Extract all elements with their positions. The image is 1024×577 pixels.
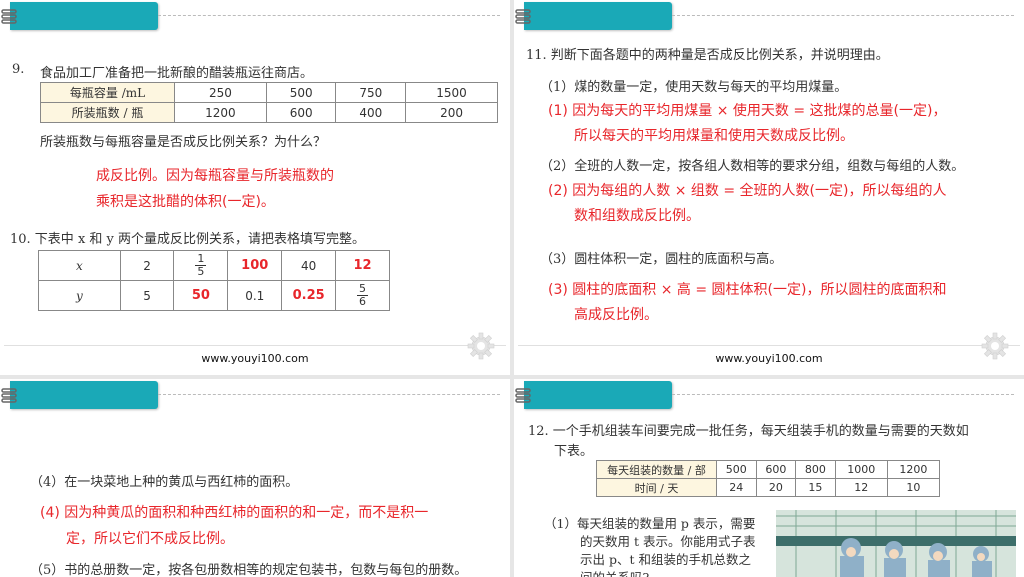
answer-cell: 50 (173, 280, 229, 311)
q11-answer-3-line-1: (3) 圆柱的底面积 × 高 = 圆柱体积(一定)，所以圆柱的底面积和 (548, 282, 947, 298)
table-cell: 15 (795, 478, 836, 497)
header-tab (524, 2, 672, 30)
table-cell: 400 (335, 102, 407, 123)
table-cell: 24 (716, 478, 757, 497)
header-divider (672, 15, 1014, 16)
q11-answer-1-line-2: 所以每天的平均用煤量和使用天数成反比例。 (574, 128, 854, 144)
table-cell: 时间 / 天 (596, 478, 717, 497)
table-cell: 1000 (834, 460, 888, 479)
header-divider (672, 394, 1014, 395)
table-cell: 10 (886, 478, 941, 497)
table-cell: 0.1 (227, 280, 283, 311)
table-cell: 每瓶容量 /mL (40, 82, 175, 103)
table-cell: 750 (335, 82, 407, 103)
fraction: 15 (195, 252, 207, 278)
table-cell: 250 (174, 82, 267, 103)
table-row: 每瓶容量 /mL 250 500 750 1500 (40, 82, 498, 103)
q9-answer-line-2: 乘积是这批醋的体积(一定)。 (96, 194, 275, 210)
factory-workers-illustration (776, 510, 1016, 577)
header-tab (10, 2, 158, 30)
table-cell: 500 (265, 82, 337, 103)
q10-table: x 2 15 100 40 12 y 5 50 0.1 0.25 56 (38, 250, 390, 311)
table-cell: 15 (173, 250, 229, 281)
q11-answer-3-line-2: 高成反比例。 (574, 307, 658, 323)
table-cell: 500 (716, 460, 757, 479)
header-tab (10, 381, 158, 409)
table-row: x 2 15 100 40 12 (38, 250, 390, 281)
table-cell: 600 (755, 460, 797, 479)
q12-part-1-line-2: 的天数用 t 表示。你能用式子表 (580, 534, 756, 549)
header-divider (158, 394, 500, 395)
answer-cell: 12 (335, 250, 390, 281)
q12-part-1-line-4: 间的关系吗? (580, 567, 649, 577)
footer-divider (4, 345, 506, 346)
answer-cell: 100 (227, 250, 283, 281)
table-cell: 12 (834, 478, 888, 497)
table-cell: 1500 (405, 82, 498, 103)
slide-q12: 12. 一个手机组装车间要完成一批任务，每天组装手机的数量与需要的天数如 下表。… (514, 379, 1024, 577)
table-cell: 1200 (174, 102, 267, 123)
q11-part-2: （2）全班的人数一定，按各组人数相等的要求分组，组数与每组的人数。 (540, 159, 965, 174)
table-cell: 200 (405, 102, 498, 123)
slide-q11: 11. 判断下面各题中的两种量是否成反比例关系，并说明理由。 （1）煤的数量一定… (514, 0, 1024, 375)
footer-url: www.youyi100.com (201, 352, 309, 365)
slide-q9-q10: 9. 食品加工厂准备把一批新酿的醋装瓶运往商店。 每瓶容量 /mL 250 50… (0, 0, 510, 375)
q12-part-1-line-1: （1）每天组装的数量用 p 表示，需要 (544, 516, 756, 531)
q9-text: 食品加工厂准备把一批新酿的醋装瓶运往商店。 (40, 66, 314, 81)
q11-answer-2-line-2: 数和组数成反比例。 (574, 208, 700, 224)
q9-number: 9. (12, 62, 25, 77)
binder-clip-icon (1, 9, 17, 24)
q9-answer-line-1: 成反比例。因为每瓶容量与所装瓶数的 (96, 168, 334, 184)
q11-answer-2-line-1: (2) 因为每组的人数 × 组数 = 全班的人数(一定)，所以每组的人 (548, 183, 947, 199)
q12-part-1-line-3: 示出 p、t 和组装的手机总数之 (580, 552, 751, 567)
q11-part-5: （5）书的总册数一定，按各包册数相等的规定包装书，包数与每包的册数。 (30, 563, 468, 577)
table-cell: y (38, 280, 121, 311)
q10-text: 10. 下表中 x 和 y 两个量成反比例关系，请把表格填写完整。 (10, 232, 366, 247)
gear-icon (981, 332, 1009, 360)
table-cell: 5 (119, 280, 175, 311)
binder-clip-icon (515, 388, 531, 403)
q11-answer-4-line-1: (4) 因为种黄瓜的面积和种西红柿的面积的和一定，而不是积一 (40, 505, 429, 521)
binder-clip-icon (515, 9, 531, 24)
q11-part-1: （1）煤的数量一定，使用天数与每天的平均用煤量。 (540, 80, 848, 95)
q12-table: 每天组装的数量 / 部 500 600 800 1000 1200 时间 / 天… (596, 460, 941, 497)
table-cell: 所装瓶数 / 瓶 (40, 102, 175, 123)
binder-clip-icon (1, 388, 17, 403)
header-tab (524, 381, 672, 409)
table-row: 所装瓶数 / 瓶 1200 600 400 200 (40, 102, 498, 123)
table-cell: 1200 (886, 460, 941, 479)
footer-url: www.youyi100.com (715, 352, 823, 365)
table-cell: 20 (755, 478, 797, 497)
answer-cell: 0.25 (281, 280, 337, 311)
table-cell: 56 (335, 280, 390, 311)
header-divider (158, 15, 500, 16)
table-cell: x (38, 250, 121, 281)
q11-answer-4-line-2: 定，所以它们不成反比例。 (66, 531, 234, 547)
table-row: y 5 50 0.1 0.25 56 (38, 280, 390, 311)
fraction: 56 (357, 282, 369, 308)
q9-table: 每瓶容量 /mL 250 500 750 1500 所装瓶数 / 瓶 1200 … (40, 82, 498, 123)
slide-q11-continued: （4）在一块菜地上种的黄瓜与西红柿的面积。 (4) 因为种黄瓜的面积和种西红柿的… (0, 379, 510, 577)
q12-text-line-2: 下表。 (554, 444, 594, 459)
gear-icon (467, 332, 495, 360)
table-row: 时间 / 天 24 20 15 12 10 (596, 478, 941, 497)
q11-part-3: （3）圆柱体积一定，圆柱的底面积与高。 (540, 252, 783, 267)
table-cell: 800 (795, 460, 836, 479)
table-cell: 40 (281, 250, 337, 281)
footer-divider (518, 345, 1020, 346)
table-cell: 每天组装的数量 / 部 (596, 460, 717, 479)
q11-part-4: （4）在一块菜地上种的黄瓜与西红柿的面积。 (30, 475, 299, 490)
table-cell: 2 (119, 250, 175, 281)
table-row: 每天组装的数量 / 部 500 600 800 1000 1200 (596, 460, 941, 479)
q9-question: 所装瓶数与每瓶容量是否成反比例关系？为什么？ (40, 135, 327, 150)
q11-answer-1-line-1: (1) 因为每天的平均用煤量 × 使用天数 = 这批煤的总量(一定)， (548, 103, 947, 119)
table-cell: 600 (265, 102, 337, 123)
q12-text-line-1: 12. 一个手机组装车间要完成一批任务，每天组装手机的数量与需要的天数如 (528, 424, 969, 439)
q11-text: 11. 判断下面各题中的两种量是否成反比例关系，并说明理由。 (526, 48, 889, 63)
